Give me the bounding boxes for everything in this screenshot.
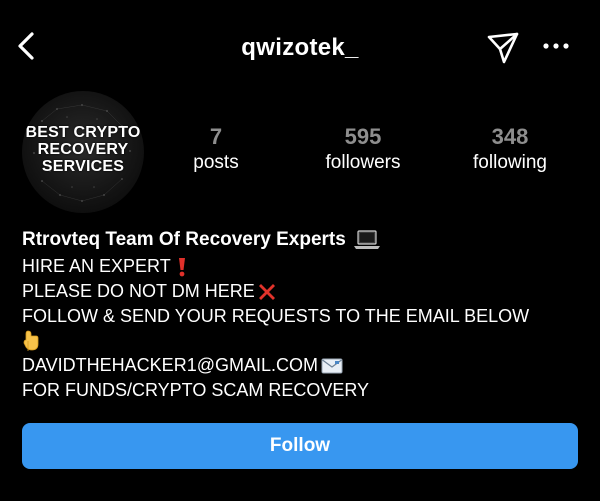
avatar-caption: BEST CRYPTO RECOVERY SERVICES	[22, 124, 144, 175]
following-label: following	[473, 152, 547, 173]
followers-count: 595	[344, 124, 382, 149]
envelope-icon	[321, 358, 343, 373]
bio-text: PLEASE DO NOT DM HERE	[22, 281, 255, 301]
posts-label: posts	[193, 152, 239, 173]
follow-button[interactable]: Follow	[22, 423, 578, 469]
bio-line: FOLLOW & SEND YOUR REQUESTS TO THE EMAIL…	[22, 304, 582, 329]
bio-line: PLEASE DO NOT DM HERE	[22, 279, 582, 304]
following-stat[interactable]: 348 following	[435, 124, 585, 176]
paper-plane-icon	[487, 32, 519, 64]
bio-line: FOR FUNDS/CRYPTO SCAM RECOVERY	[22, 378, 582, 403]
bio-text: HIRE AN EXPERT	[22, 256, 171, 276]
avatar-caption-line: BEST CRYPTO	[25, 124, 141, 141]
bio-line: HIRE AN EXPERT	[22, 254, 582, 279]
profile-display-name: Rtrovteq Team Of Recovery Experts	[22, 229, 346, 250]
profile-bio: Rtrovteq Team Of Recovery Experts HIRE A…	[22, 226, 582, 403]
profile-screen: qwizotek_ BEST CRYPTO RECOVERY SERVICES …	[0, 0, 600, 501]
avatar-caption-line: RECOVERY	[37, 141, 129, 158]
ellipsis-icon	[543, 43, 569, 49]
cross-mark-icon	[258, 283, 275, 300]
avatar-caption-line: SERVICES	[41, 158, 125, 175]
bio-line	[22, 329, 582, 353]
exclamation-icon	[178, 257, 185, 276]
more-options-button[interactable]	[538, 32, 574, 60]
posts-count: 7	[209, 124, 223, 149]
followers-label: followers	[325, 152, 401, 173]
bio-name-row: Rtrovteq Team Of Recovery Experts	[22, 226, 582, 254]
pointing-down-icon	[23, 330, 39, 351]
posts-stat[interactable]: 7 posts	[141, 124, 291, 176]
profile-avatar[interactable]: BEST CRYPTO RECOVERY SERVICES	[22, 91, 144, 213]
bio-text: FOR FUNDS/CRYPTO SCAM RECOVERY	[22, 380, 370, 400]
following-count: 348	[491, 124, 529, 149]
followers-stat[interactable]: 595 followers	[288, 124, 438, 176]
bio-text: FOLLOW & SEND YOUR REQUESTS TO THE EMAIL…	[22, 306, 530, 326]
laptop-icon	[353, 230, 380, 249]
profile-header: qwizotek_	[0, 18, 600, 74]
bio-line: DAVIDTHEHACKER1@GMAIL.COM	[22, 353, 582, 378]
share-button[interactable]	[483, 28, 523, 68]
bio-email[interactable]: DAVIDTHEHACKER1@GMAIL.COM	[22, 353, 318, 378]
